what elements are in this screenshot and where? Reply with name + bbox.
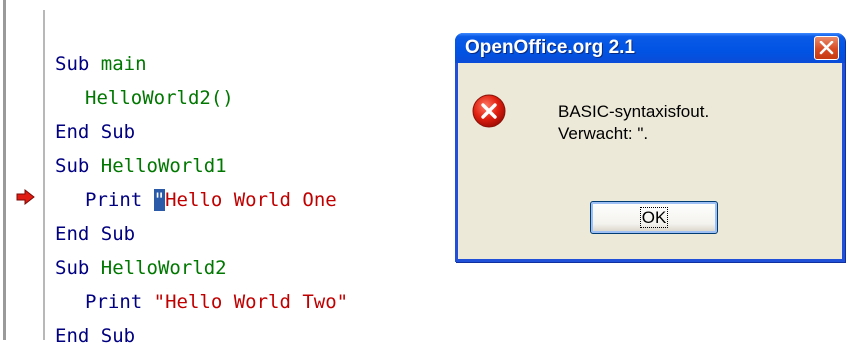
text-cursor: " [153,189,166,211]
code-line-error: Print "Hello World One [55,183,348,217]
code-line: End Sub [55,217,348,251]
identifier: main [100,53,147,75]
keyword: Sub [55,155,90,177]
keyword: End Sub [55,325,136,347]
code-line: End Sub [55,319,348,353]
code-line: Print "Hello World Two" [55,285,348,319]
keyword: End Sub [55,121,136,143]
keyword: Sub [55,53,90,75]
ok-button[interactable]: OK [590,201,718,234]
identifier: HelloWorld2 [100,257,227,279]
red-arrow-icon [16,188,36,209]
code-line: HelloWorld2() [55,81,348,115]
code-editor[interactable]: Sub main HelloWorld2() End Sub Sub Hello… [55,47,348,353]
dialog-body: BASIC-syntaxisfout. Verwacht: ". OK [458,63,842,259]
dialog-title: OpenOffice.org 2.1 [465,37,635,58]
error-message: BASIC-syntaxisfout. Verwacht: ". [558,101,709,145]
close-icon [819,41,834,55]
dialog-titlebar[interactable]: OpenOffice.org 2.1 [455,33,845,63]
code-line: Sub HelloWorld1 [55,149,348,183]
keyword: End Sub [55,223,136,245]
code-line: Sub main [55,47,348,81]
keyword: Print [85,189,143,211]
breakpoint-gutter-border [43,10,45,340]
error-dialog: OpenOffice.org 2.1 BASIC-syntaxisfout. V… [455,33,845,262]
ok-button-label: OK [639,207,669,228]
keyword: Sub [55,257,90,279]
keyword: Print [85,291,143,313]
editor-left-border [3,0,6,340]
code-line: Sub HelloWorld2 [55,251,348,285]
identifier: HelloWorld1 [100,155,227,177]
error-message-line: BASIC-syntaxisfout. [558,102,710,121]
error-message-line: Verwacht: ". [558,124,649,143]
code-line: End Sub [55,115,348,149]
error-icon [472,94,506,128]
string-literal: "Hello World Two" [153,291,349,313]
close-button[interactable] [814,36,839,60]
identifier: HelloWorld2() [85,87,234,109]
string-literal: Hello World One [165,189,337,211]
